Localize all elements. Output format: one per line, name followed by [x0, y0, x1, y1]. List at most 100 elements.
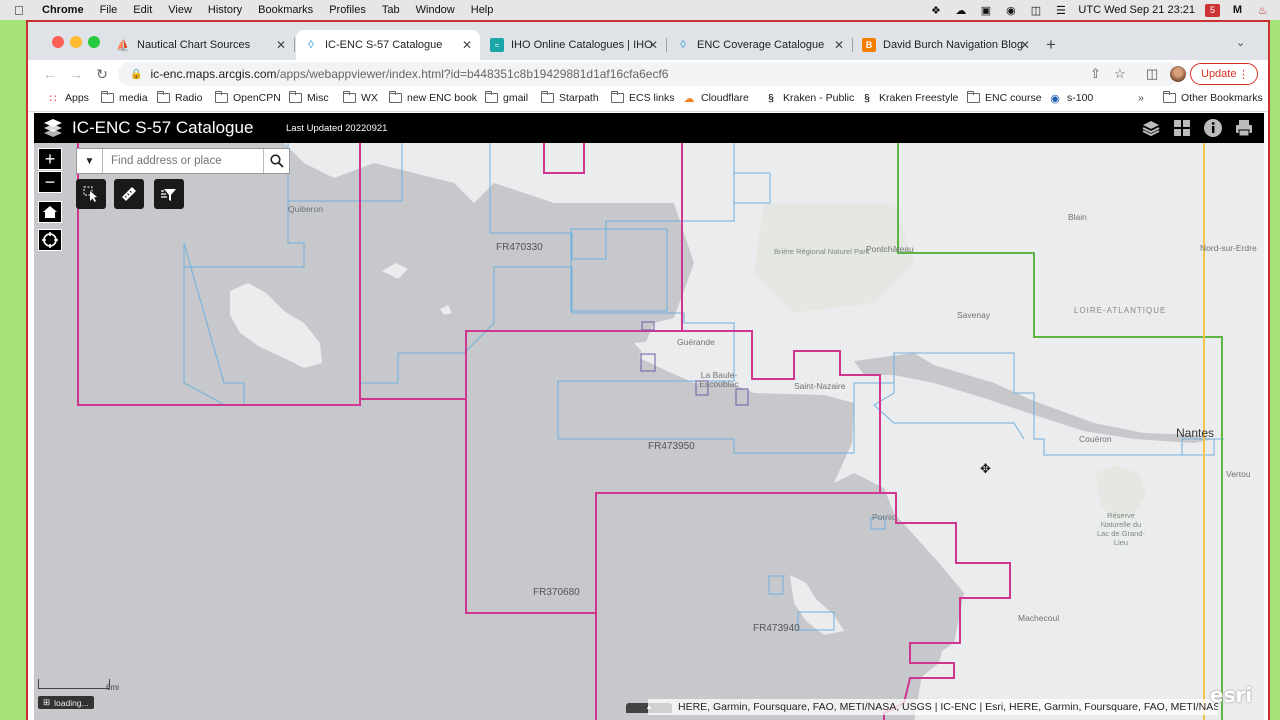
minimize-window-button[interactable] — [70, 36, 82, 48]
menu-history[interactable]: History — [208, 4, 242, 16]
tab-ic-enc-catalogue[interactable]: ◊ IC-ENC S-57 Catalogue ✕ — [296, 30, 480, 60]
select-cursor-icon — [83, 186, 97, 202]
tab-close-icon[interactable]: ✕ — [1020, 38, 1030, 52]
html5-icon[interactable]: 5 — [1205, 3, 1220, 17]
print-icon[interactable] — [1233, 117, 1255, 139]
home-button[interactable] — [38, 201, 62, 223]
apps-grid-icon: ∷ — [49, 92, 57, 105]
map-view[interactable]: FR470330 FR473950 FR370680 FR473940 Quib… — [34, 143, 1264, 720]
locate-button[interactable] — [38, 229, 62, 251]
new-tab-button[interactable]: + — [1046, 35, 1056, 55]
select-tool-button[interactable] — [76, 179, 106, 209]
lock-icon[interactable]: 🔒 — [130, 69, 142, 80]
park-label: Brière Régional Naturel Park — [774, 247, 870, 256]
menu-view[interactable]: View — [168, 4, 192, 16]
search-input[interactable] — [103, 149, 263, 173]
forward-button[interactable]: → — [66, 64, 86, 84]
folder-icon — [540, 91, 554, 104]
url-path: /apps/webappviewer/index.html?id=b448351… — [276, 67, 669, 81]
bookmark-apps[interactable]: ∷ Apps — [46, 92, 89, 105]
menu-app-name[interactable]: Chrome — [42, 4, 84, 16]
search-source-dropdown[interactable]: ▼ — [77, 149, 103, 173]
back-button[interactable]: ← — [40, 64, 60, 84]
profile-avatar[interactable] — [1170, 66, 1186, 82]
sidebar-toggle-icon[interactable]: ◫ — [1028, 4, 1043, 17]
tab-close-icon[interactable]: ✕ — [276, 38, 286, 52]
bookmark-radio[interactable]: Radio — [156, 91, 202, 104]
reload-button[interactable]: ↻ — [92, 64, 112, 84]
move-cursor-icon: ✥ — [980, 461, 991, 476]
bookmark-starpath[interactable]: Starpath — [540, 91, 599, 104]
place-label: Couëron — [1079, 434, 1112, 444]
app-title: IC-ENC S-57 Catalogue — [72, 118, 254, 137]
menu-tab[interactable]: Tab — [382, 4, 400, 16]
menu-profiles[interactable]: Profiles — [329, 4, 366, 16]
screen-record-icon[interactable]: ◉ — [1003, 4, 1018, 17]
bookmark-new-enc-book[interactable]: new ENC book — [388, 91, 477, 104]
loading-indicator: ⊞ loading... — [38, 696, 94, 709]
menu-clock[interactable]: UTC Wed Sep 21 23:21 — [1078, 4, 1195, 16]
menu-edit[interactable]: Edit — [133, 4, 152, 16]
measure-tool-button[interactable] — [114, 179, 144, 209]
maximize-window-button[interactable] — [88, 36, 100, 48]
place-label: Machecoul — [1018, 613, 1060, 623]
dropbox-icon[interactable]: ❖ — [928, 4, 943, 17]
address-bar[interactable]: 🔒 ic-enc.maps.arcgis.com/apps/webappview… — [118, 62, 1178, 86]
arcgis-icon: ◊ — [308, 39, 314, 51]
bookmark-enc-course[interactable]: ENC course — [966, 91, 1042, 104]
grid-icon[interactable] — [1171, 117, 1193, 139]
tab-david-burch-blog[interactable]: B David Burch Navigation Blog ✕ — [854, 30, 1038, 60]
scale-bar — [38, 679, 110, 689]
info-icon[interactable] — [1202, 117, 1224, 139]
bookmark-kraken-freestyle[interactable]: § Kraken Freestyle — [860, 92, 958, 104]
tab-nautical-chart-sources[interactable]: ⛵ Nautical Chart Sources ✕ — [108, 30, 294, 60]
bookmark-wx[interactable]: WX — [342, 91, 378, 104]
bookmark-gmail[interactable]: gmail — [484, 91, 528, 104]
tab-close-icon[interactable]: ✕ — [834, 38, 844, 52]
update-button[interactable]: Update ⋮ — [1190, 63, 1258, 85]
tab-enc-coverage-catalogue[interactable]: ◊ ENC Coverage Catalogue ✕ — [668, 30, 852, 60]
screen-sharing-icon[interactable]: ▣ — [978, 4, 993, 17]
browser-toolbar: ← → ↻ 🔒 ic-enc.maps.arcgis.com/apps/weba… — [28, 60, 1268, 88]
bookmarks-bar: ∷ Apps media Radio OpenCPN Misc WX new EN… — [28, 88, 1268, 112]
filter-tool-button[interactable] — [154, 179, 184, 209]
menu-help[interactable]: Help — [471, 4, 494, 16]
tab-close-icon[interactable]: ✕ — [462, 38, 472, 52]
map-attribution: HERE, Garmin, Foursquare, FAO, METI/NASA… — [648, 699, 1218, 715]
bookmark-media[interactable]: media — [100, 91, 148, 104]
share-icon[interactable]: ⇧ — [1090, 66, 1101, 82]
apple-icon[interactable]:  — [14, 3, 28, 18]
place-label: Saint-Nazaire — [794, 381, 846, 391]
thermometer-icon[interactable]: ♨ — [1255, 4, 1270, 17]
tab-separator — [294, 38, 295, 52]
sailboat-icon: ⛵ — [116, 39, 130, 52]
side-panel-icon[interactable]: ◫ — [1146, 66, 1158, 82]
search-button[interactable] — [263, 149, 289, 173]
control-center-icon[interactable]: ☰ — [1053, 4, 1068, 17]
bookmark-misc[interactable]: Misc — [288, 91, 329, 104]
bookmark-s-100[interactable]: ◉ s-100 — [1048, 92, 1093, 105]
zoom-out-button[interactable]: − — [38, 171, 62, 193]
bookmark-ecs-links[interactable]: ECS links — [610, 91, 675, 104]
iho-icon: ≈ — [490, 38, 504, 52]
bookmarks-overflow-chevron-icon[interactable]: » — [1138, 92, 1144, 104]
malwarebytes-icon[interactable]: M — [1230, 4, 1245, 17]
layers-icon[interactable] — [1140, 117, 1162, 139]
menu-file[interactable]: File — [100, 4, 118, 16]
bookmark-star-icon[interactable]: ☆ — [1114, 66, 1126, 82]
tab-iho-online-catalogues[interactable]: ≈ IHO Online Catalogues | IHO ✕ — [482, 30, 666, 60]
bookmark-other-bookmarks[interactable]: Other Bookmarks — [1162, 91, 1263, 104]
bookmark-cloudflare[interactable]: ☁ Cloudflare — [682, 92, 749, 105]
zoom-in-button[interactable]: + — [38, 148, 62, 170]
chart-cell-label: FR473940 — [753, 623, 800, 634]
close-window-button[interactable] — [52, 36, 64, 48]
bookmark-opencpn[interactable]: OpenCPN — [214, 91, 281, 104]
map-canvas[interactable] — [34, 143, 1264, 720]
menu-bookmarks[interactable]: Bookmarks — [258, 4, 313, 16]
creative-cloud-icon[interactable]: ☁ — [953, 4, 968, 17]
menu-window[interactable]: Window — [416, 4, 455, 16]
place-label: Pornic — [872, 512, 897, 522]
tab-search-chevron-icon[interactable]: ⌄ — [1236, 36, 1245, 49]
bookmark-kraken-public[interactable]: § Kraken - Public — [764, 92, 854, 104]
tab-close-icon[interactable]: ✕ — [648, 38, 658, 52]
